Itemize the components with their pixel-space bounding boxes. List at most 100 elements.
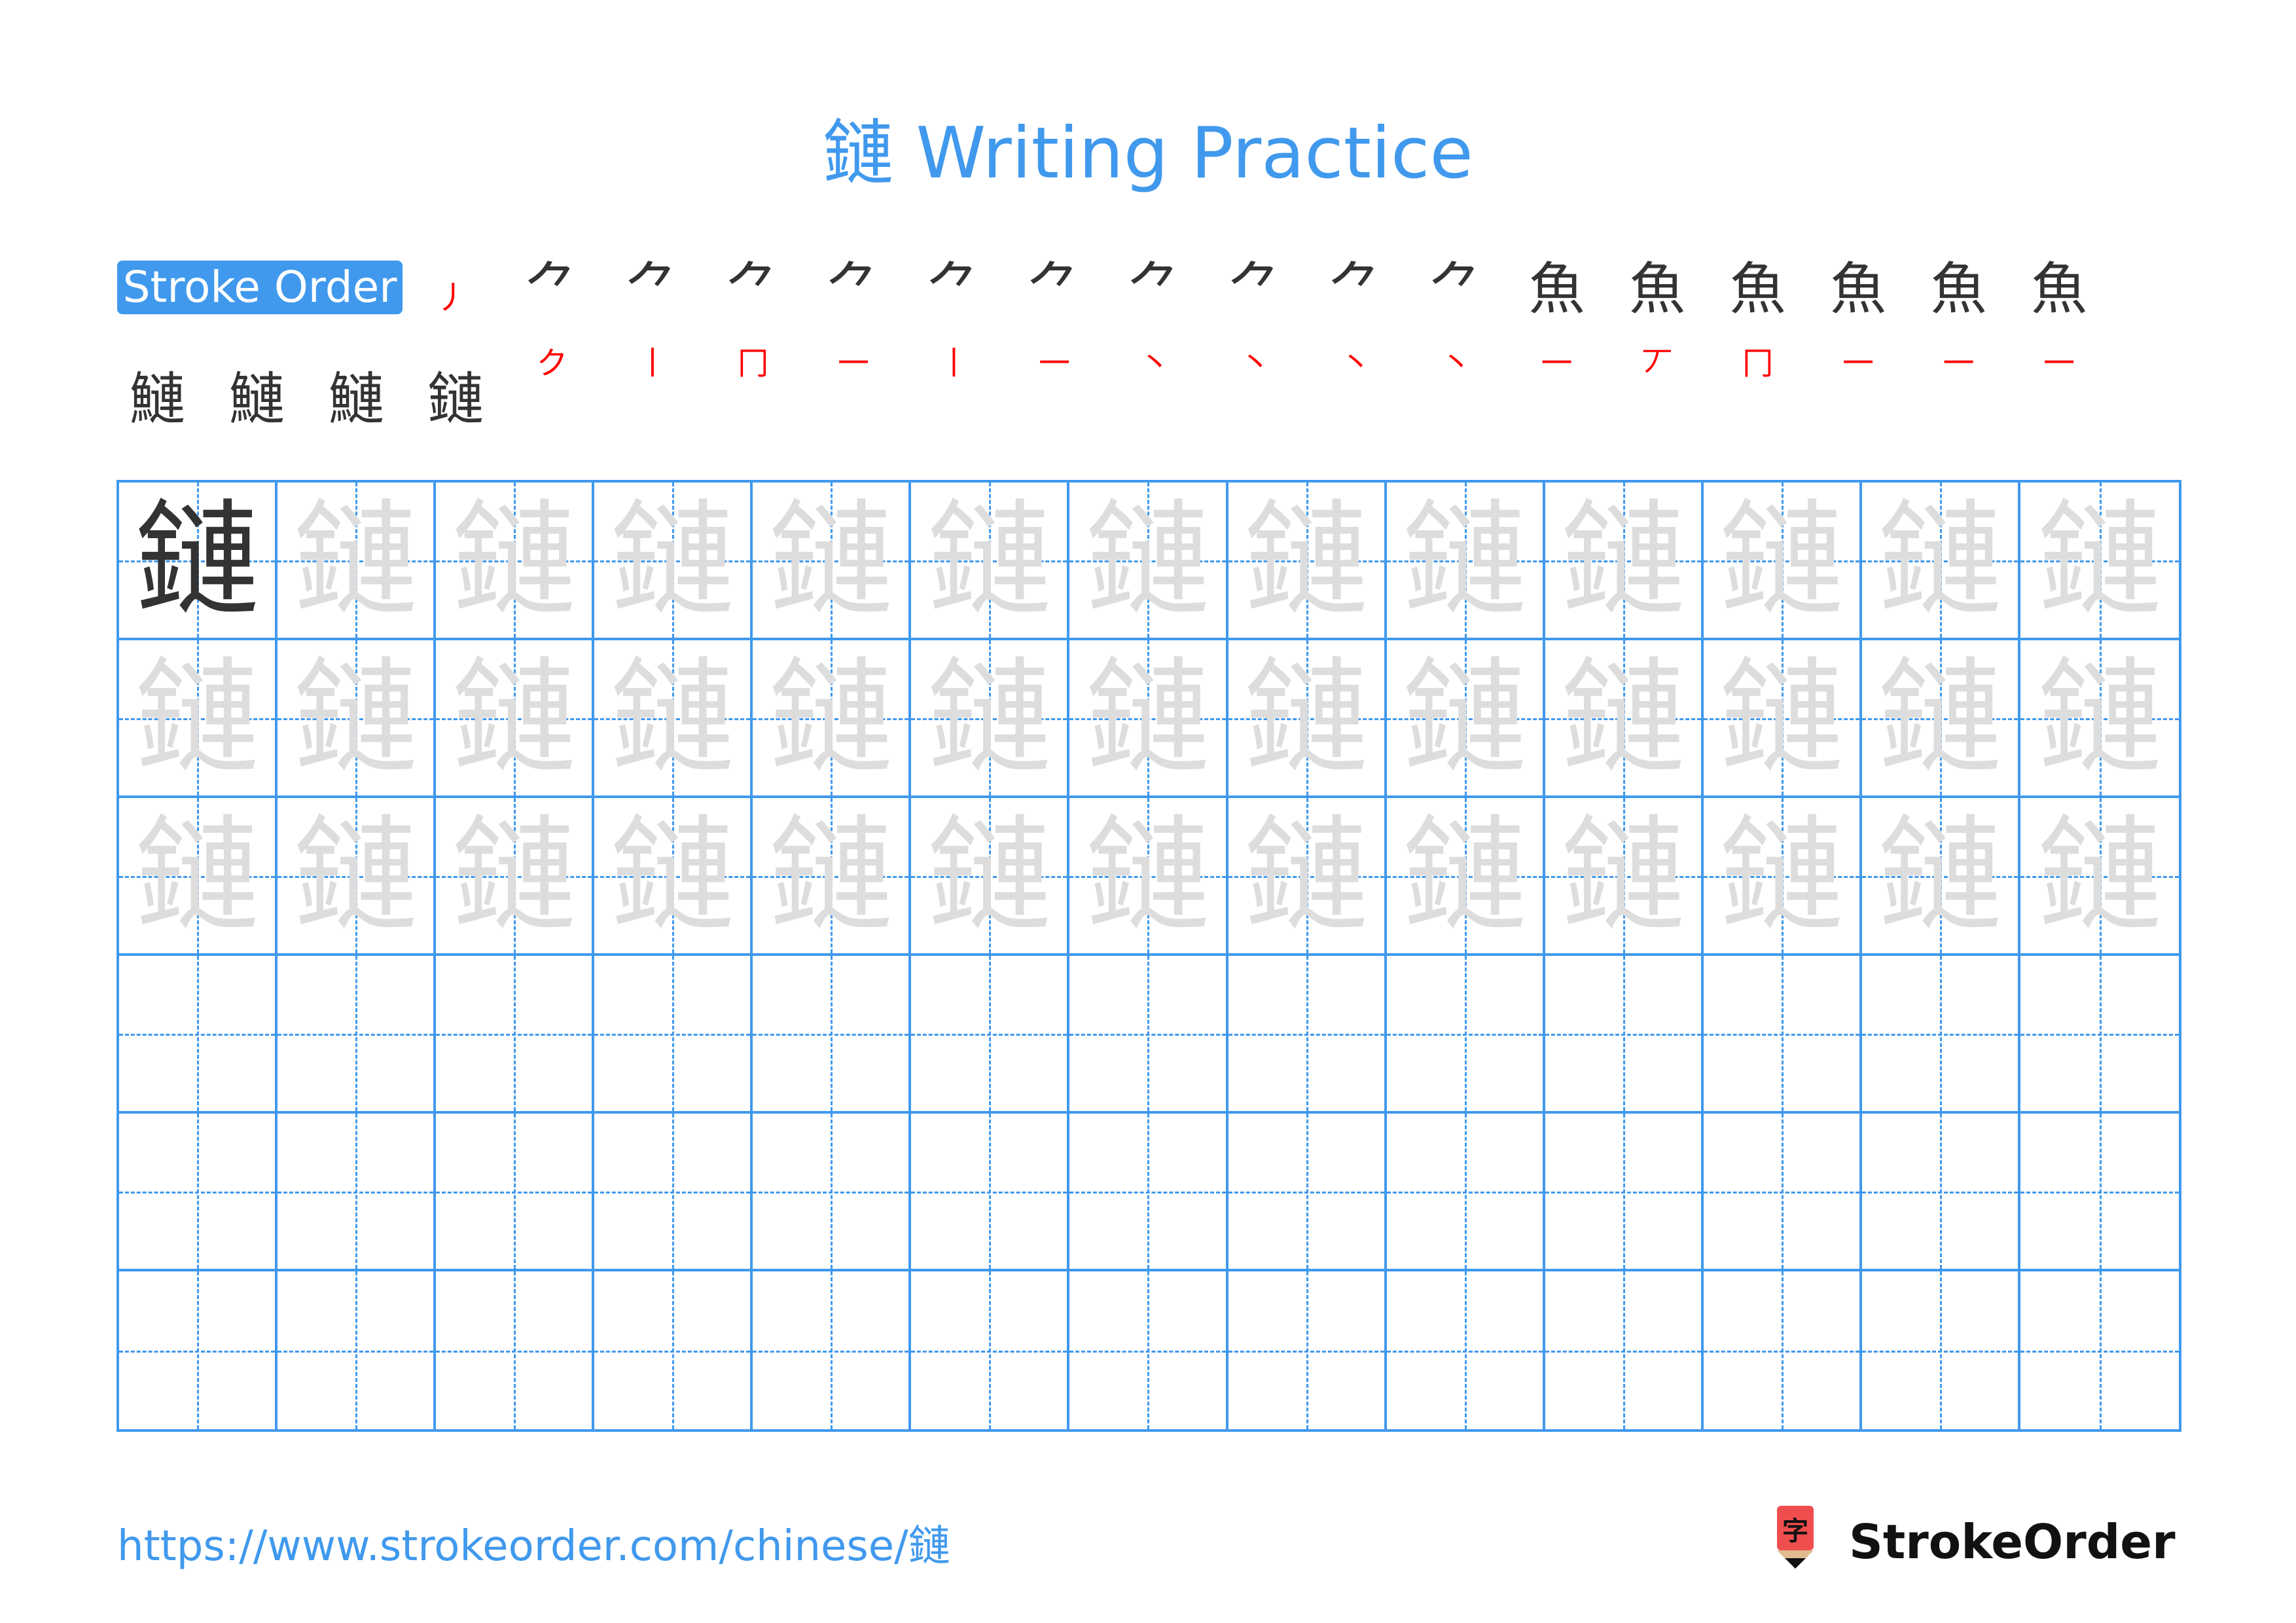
practice-cell[interactable]: [119, 1271, 278, 1429]
practice-cell[interactable]: [1228, 1271, 1387, 1429]
stroke-step-drawn: ⺈: [524, 257, 581, 322]
practice-cell[interactable]: 鏈: [911, 640, 1070, 798]
practice-cell[interactable]: [1228, 1114, 1387, 1271]
practice-grid: 鏈鏈鏈鏈鏈鏈鏈鏈鏈鏈鏈鏈鏈鏈鏈鏈鏈鏈鏈鏈鏈鏈鏈鏈鏈鏈鏈鏈鏈鏈鏈鏈鏈鏈鏈鏈鏈鏈鏈: [117, 480, 2181, 1432]
practice-cell[interactable]: 鏈: [911, 798, 1070, 956]
practice-cell[interactable]: [278, 1114, 437, 1271]
practice-cell[interactable]: [2020, 1271, 2179, 1429]
practice-cell[interactable]: 鏈: [1545, 483, 1704, 640]
practice-cell[interactable]: [1545, 1114, 1704, 1271]
practice-cell[interactable]: [1069, 1114, 1229, 1271]
practice-cell[interactable]: 鏈: [2020, 798, 2179, 956]
practice-cell[interactable]: [1545, 956, 1704, 1114]
practice-cell[interactable]: [1228, 956, 1387, 1114]
stroke-step-drawn: ⺈: [925, 257, 982, 322]
practice-cell[interactable]: 鏈: [1703, 640, 1862, 798]
stroke-step-drawn: ⺈: [1227, 257, 1283, 322]
practice-cell[interactable]: 鏈: [1069, 483, 1229, 640]
practice-cell[interactable]: [1703, 1114, 1862, 1271]
trace-character: 鏈: [2037, 803, 2162, 948]
stroke-step-new-stroke: 一: [1842, 345, 1874, 382]
practice-cell[interactable]: 鏈: [1861, 640, 2020, 798]
practice-cell[interactable]: 鏈: [753, 483, 912, 640]
stroke-step-new-stroke: 冂: [1742, 345, 1774, 382]
practice-cell[interactable]: 鏈: [436, 483, 595, 640]
footer-url-link[interactable]: https://www.strokeorder.com/chinese/鏈: [117, 1520, 950, 1573]
practice-cell[interactable]: 鏈: [1386, 640, 1545, 798]
practice-cell[interactable]: [436, 1271, 595, 1429]
horizontal-guide-line: [1703, 1033, 1859, 1036]
practice-cell[interactable]: 鏈: [2020, 640, 2179, 798]
practice-cell[interactable]: 鏈: [1386, 798, 1545, 956]
practice-cell[interactable]: [1545, 1271, 1704, 1429]
practice-cell[interactable]: 鏈: [436, 798, 595, 956]
practice-cell[interactable]: [2020, 1114, 2179, 1271]
practice-cell[interactable]: [436, 956, 595, 1114]
practice-cell[interactable]: [1861, 1271, 2020, 1429]
practice-cell[interactable]: 鏈: [278, 640, 437, 798]
practice-cell[interactable]: [911, 1114, 1070, 1271]
practice-cell[interactable]: 鏈: [1861, 483, 2020, 640]
trace-character: 鏈: [1244, 488, 1369, 632]
practice-cell[interactable]: 鏈: [594, 483, 753, 640]
practice-cell[interactable]: [594, 1271, 753, 1429]
practice-cell[interactable]: 鏈: [1545, 798, 1704, 956]
practice-cell[interactable]: 鏈: [278, 798, 437, 956]
stroke-step-drawn: ⺈: [1026, 257, 1083, 322]
practice-cell[interactable]: [119, 1114, 278, 1271]
stroke-step-drawn: 魚: [1729, 257, 1786, 322]
horizontal-guide-line: [753, 1350, 909, 1353]
practice-cell[interactable]: [753, 1114, 912, 1271]
practice-cell[interactable]: 鏈: [1069, 798, 1229, 956]
practice-cell[interactable]: [1703, 1271, 1862, 1429]
practice-cell[interactable]: 鏈: [1386, 483, 1545, 640]
practice-cell[interactable]: 鏈: [278, 483, 437, 640]
trace-character: 鏈: [927, 646, 1052, 790]
practice-cell[interactable]: 鏈: [911, 483, 1070, 640]
practice-cell[interactable]: [753, 956, 912, 1114]
stroke-order-badge: Stroke Order: [117, 261, 403, 314]
practice-cell[interactable]: [594, 956, 753, 1114]
practice-cell[interactable]: [2020, 956, 2179, 1114]
practice-cell[interactable]: 鏈: [1069, 640, 1229, 798]
practice-cell[interactable]: 鏈: [119, 483, 278, 640]
stroke-step-new-stroke: 一: [2043, 345, 2075, 382]
practice-cell[interactable]: 鏈: [1228, 640, 1387, 798]
stroke-step-drawn: 魚: [1528, 257, 1585, 322]
practice-cell[interactable]: [911, 956, 1070, 1114]
practice-cell[interactable]: [1386, 956, 1545, 1114]
practice-cell[interactable]: [436, 1114, 595, 1271]
practice-cell[interactable]: [753, 1271, 912, 1429]
practice-cell[interactable]: 鏈: [1545, 640, 1704, 798]
practice-cell[interactable]: [1861, 1114, 2020, 1271]
practice-cell[interactable]: [119, 956, 278, 1114]
practice-cell[interactable]: [1069, 956, 1229, 1114]
horizontal-guide-line: [1861, 1033, 2018, 1036]
horizontal-guide-line: [436, 1350, 592, 1353]
practice-cell[interactable]: 鏈: [753, 640, 912, 798]
practice-cell[interactable]: [1861, 956, 2020, 1114]
practice-cell[interactable]: 鏈: [119, 640, 278, 798]
practice-cell[interactable]: [594, 1114, 753, 1271]
practice-cell[interactable]: 鏈: [1228, 798, 1387, 956]
practice-cell[interactable]: 鏈: [753, 798, 912, 956]
practice-cell[interactable]: 鏈: [594, 640, 753, 798]
practice-cell[interactable]: 鏈: [1703, 798, 1862, 956]
practice-cell[interactable]: 鏈: [1228, 483, 1387, 640]
practice-cell[interactable]: 鏈: [1861, 798, 2020, 956]
trace-character: 鏈: [1560, 646, 1685, 790]
practice-cell[interactable]: [278, 1271, 437, 1429]
practice-cell[interactable]: [1069, 1271, 1229, 1429]
horizontal-guide-line: [911, 1191, 1067, 1194]
practice-cell[interactable]: [1386, 1271, 1545, 1429]
practice-cell[interactable]: 鏈: [594, 798, 753, 956]
practice-cell[interactable]: 鏈: [119, 798, 278, 956]
horizontal-guide-line: [278, 1033, 434, 1036]
practice-cell[interactable]: [1703, 956, 1862, 1114]
practice-cell[interactable]: 鏈: [436, 640, 595, 798]
practice-cell[interactable]: 鏈: [2020, 483, 2179, 640]
practice-cell[interactable]: [278, 956, 437, 1114]
practice-cell[interactable]: [911, 1271, 1070, 1429]
practice-cell[interactable]: 鏈: [1703, 483, 1862, 640]
practice-cell[interactable]: [1386, 1114, 1545, 1271]
